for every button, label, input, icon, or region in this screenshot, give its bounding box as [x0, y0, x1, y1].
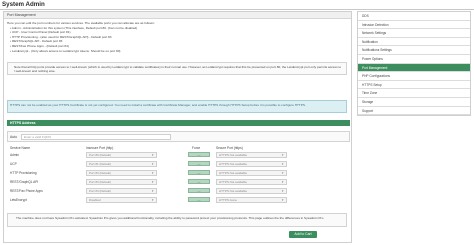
- insecure-port-select[interactable]: Port 84 (Default) ▼: [86, 188, 157, 194]
- auto-label: Auto: [10, 135, 17, 139]
- https-address-bar: HTTPS Address: [7, 120, 350, 126]
- sidebar-item-time-zone[interactable]: Time Zone: [358, 89, 470, 98]
- secure-port-select[interactable]: HTTPS Not available ▼: [216, 152, 287, 158]
- secure-port-value: HTTPS Gone: [219, 198, 238, 202]
- force-toggle[interactable]: —: [188, 170, 210, 175]
- sidebar-item-notifications-settings[interactable]: Notifications Settings: [358, 46, 470, 55]
- chevron-down-icon: ▼: [151, 180, 154, 184]
- sidebar-item-https-setup[interactable]: HTTPS Setup: [358, 81, 470, 90]
- header-service-name: Service Name: [10, 146, 31, 150]
- add-to-cart-button[interactable]: Add to Cart: [289, 231, 317, 238]
- sidebar: DDS Intrusion Detection Network Settings…: [357, 11, 471, 117]
- insecure-port-value: Port 83 (Default): [89, 180, 112, 184]
- sidebar-item-network-settings[interactable]: Network Settings: [358, 29, 470, 38]
- chevron-down-icon: ▼: [281, 171, 284, 175]
- fqdn-input[interactable]: Enter a valid FQDN: [21, 134, 171, 140]
- header-insecure-port: Insecure Port (http): [86, 146, 114, 150]
- insecure-port-value: Port 81 (Default): [89, 162, 112, 166]
- chevron-down-icon: ▼: [281, 162, 284, 166]
- insecure-port-select[interactable]: Disabled ▼: [86, 197, 157, 203]
- secure-port-select[interactable]: HTTPS Not available ▼: [216, 161, 287, 167]
- secure-port-value: HTTPS Not available: [219, 189, 248, 193]
- chevron-down-icon: ▼: [151, 189, 154, 193]
- port-list: • Admin - Administration for this system…: [10, 26, 347, 54]
- sysadmin-pro-notice: The machine does not have Sysadmin Pro a…: [7, 213, 347, 227]
- title-divider: [0, 9, 474, 10]
- insecure-port-select[interactable]: Port 81 (Default) ▼: [86, 161, 157, 167]
- chevron-down-icon: ▼: [151, 153, 154, 157]
- secure-port-value: HTTPS Not available: [219, 180, 248, 184]
- force-toggle[interactable]: —: [188, 197, 210, 202]
- force-toggle[interactable]: —: [188, 179, 210, 184]
- chevron-down-icon: ▼: [151, 162, 154, 166]
- force-toggle[interactable]: —: [188, 152, 210, 157]
- chevron-down-icon: ▼: [281, 180, 284, 184]
- chevron-down-icon: ▼: [151, 198, 154, 202]
- section-title: Port Management: [4, 12, 351, 19]
- secure-port-value: HTTPS Not available: [219, 162, 248, 166]
- sidebar-item-dds[interactable]: DDS: [358, 12, 470, 21]
- force-toggle[interactable]: —: [188, 161, 210, 166]
- insecure-port-value: Port 84 (Default): [89, 189, 112, 193]
- chevron-down-icon: ▼: [281, 153, 284, 157]
- sidebar-item-intrusion-detection[interactable]: Intrusion Detection: [358, 21, 470, 30]
- auto-row: Auto Enter a valid FQDN: [7, 131, 350, 142]
- secure-port-select[interactable]: HTTPS Not available ▼: [216, 188, 287, 194]
- https-alert: HTTPS can not be enabled as your HTTPS C…: [7, 100, 347, 113]
- service-name: LetsEncrypt: [10, 198, 27, 202]
- sidebar-item-port-management[interactable]: Port Management: [358, 63, 470, 73]
- port-list-item: • LetsEncrypt - (Only allows access to L…: [10, 48, 121, 53]
- chevron-down-icon: ▼: [281, 189, 284, 193]
- insecure-port-value: Port 80 (Default): [89, 153, 112, 157]
- sidebar-item-storage[interactable]: Storage: [358, 98, 470, 107]
- secure-port-value: HTTPS Not available: [219, 171, 248, 175]
- chevron-down-icon: ▼: [281, 198, 284, 202]
- force-toggle[interactable]: —: [188, 188, 210, 193]
- port-management-panel: Port Management Here you can edit the po…: [3, 11, 352, 243]
- insecure-port-select[interactable]: Port 83 (Default) ▼: [86, 179, 157, 185]
- page-title: System Admin: [2, 1, 45, 8]
- sidebar-item-php-configurations[interactable]: PHP Configurations: [358, 72, 470, 81]
- service-name: REST/Fax Phone Apps: [10, 189, 43, 193]
- sidebar-item-power-options[interactable]: Power Options: [358, 55, 470, 64]
- secure-port-value: HTTPS Not available: [219, 153, 248, 157]
- insecure-port-value: Disabled: [89, 198, 101, 202]
- header-force: Force: [192, 146, 201, 150]
- insecure-port-value: Port 83 (Default): [89, 171, 112, 175]
- secure-port-select[interactable]: HTTPS Not available ▼: [216, 179, 287, 185]
- secure-port-select[interactable]: HTTPS Gone ▼: [216, 197, 287, 203]
- sidebar-item-support[interactable]: Support: [358, 107, 470, 116]
- insecure-port-select[interactable]: Port 83 (Default) ▼: [86, 170, 157, 176]
- sidebar-item-notification[interactable]: Notification: [358, 38, 470, 47]
- letsencrypt-note: Note that all http ports provide access …: [7, 62, 347, 75]
- service-name: Admin: [10, 153, 20, 157]
- service-name: REST/GraphQL API: [10, 180, 39, 184]
- service-name: UCP: [10, 162, 17, 166]
- service-name: HTTP Provisioning: [10, 171, 37, 175]
- insecure-port-select[interactable]: Port 80 (Default) ▼: [86, 152, 157, 158]
- intro-text: Here you can edit the port numbers for v…: [7, 21, 347, 53]
- secure-port-select[interactable]: HTTPS Not available ▼: [216, 170, 287, 176]
- chevron-down-icon: ▼: [151, 171, 154, 175]
- header-secure-port: Secure Port (https): [216, 146, 243, 150]
